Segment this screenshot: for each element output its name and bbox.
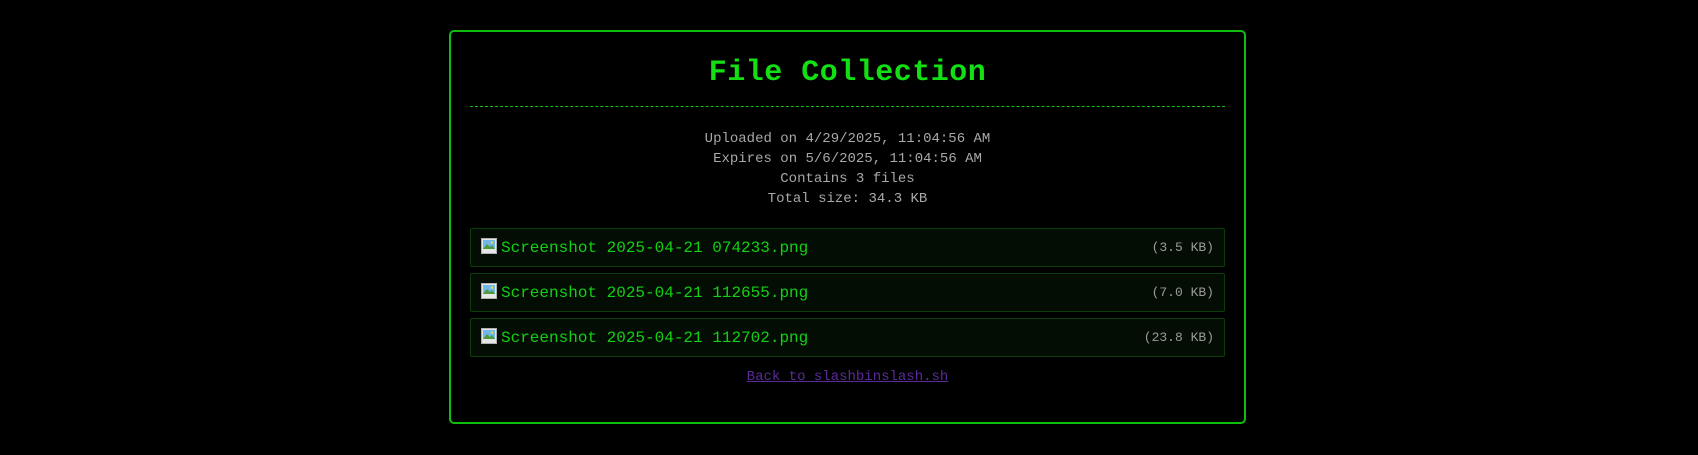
file-size: (23.8 KB)	[1143, 330, 1214, 345]
collection-meta: Uploaded on 4/29/2025, 11:04:56 AM Expir…	[451, 129, 1244, 209]
dashed-divider	[470, 106, 1225, 107]
image-file-icon	[481, 237, 497, 254]
file-list-item: Screenshot 2025-04-21 074233.png (3.5 KB…	[470, 228, 1225, 267]
file-list: Screenshot 2025-04-21 074233.png (3.5 KB…	[470, 228, 1225, 363]
image-file-icon	[481, 327, 497, 344]
file-link[interactable]: Screenshot 2025-04-21 112655.png	[501, 284, 808, 302]
file-count: Contains 3 files	[780, 171, 915, 187]
image-file-icon	[481, 282, 497, 299]
uploaded-date: Uploaded on 4/29/2025, 11:04:56 AM	[704, 131, 991, 147]
file-link[interactable]: Screenshot 2025-04-21 112702.png	[501, 329, 808, 347]
file-list-item: Screenshot 2025-04-21 112655.png (7.0 KB…	[470, 273, 1225, 312]
back-to-home-link[interactable]: Back to slashbinslash.sh	[747, 369, 949, 385]
page-title: File Collection	[708, 56, 987, 90]
total-size: Total size: 34.3 KB	[767, 191, 928, 207]
file-size: (7.0 KB)	[1151, 285, 1214, 300]
file-link[interactable]: Screenshot 2025-04-21 074233.png	[501, 239, 808, 257]
file-size: (3.5 KB)	[1151, 240, 1214, 255]
expiry-date: Expires on 5/6/2025, 11:04:56 AM	[713, 151, 982, 167]
file-collection-panel: File Collection Uploaded on 4/29/2025, 1…	[449, 30, 1246, 424]
back-link-container: Back to slashbinslash.sh	[451, 367, 1244, 385]
file-list-item: Screenshot 2025-04-21 112702.png (23.8 K…	[470, 318, 1225, 357]
